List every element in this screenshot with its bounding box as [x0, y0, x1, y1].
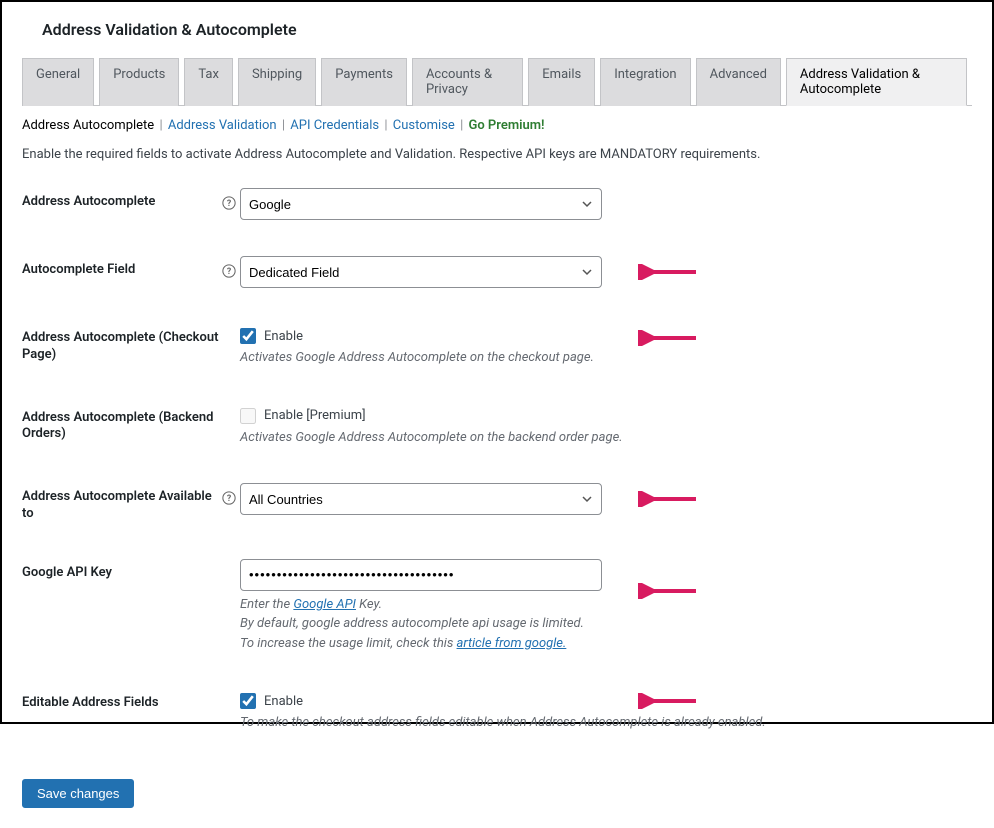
label-backend-orders: Address Autocomplete (Backend Orders)	[22, 404, 222, 444]
label-checkout-page: Address Autocomplete (Checkout Page)	[22, 324, 222, 364]
annotation-arrow-icon	[638, 693, 698, 709]
tab-accounts-privacy[interactable]: Accounts & Privacy	[412, 58, 523, 106]
subnav-premium[interactable]: Go Premium!	[468, 118, 544, 133]
label-autocomplete-provider: Address Autocomplete	[22, 188, 222, 211]
select-autocomplete-field[interactable]: Dedicated Field	[240, 256, 602, 288]
nav-tabs: General Products Tax Shipping Payments A…	[22, 57, 972, 106]
intro-text: Enable the required fields to activate A…	[22, 147, 972, 162]
input-api-key[interactable]	[240, 559, 602, 591]
annotation-arrow-icon	[638, 491, 698, 507]
tab-address-validation[interactable]: Address Validation & Autocomplete	[786, 58, 967, 106]
link-google-article[interactable]: article from google.	[457, 636, 567, 651]
subnav-validation[interactable]: Address Validation	[168, 118, 277, 133]
subnav-autocomplete[interactable]: Address Autocomplete	[22, 118, 154, 133]
tab-products[interactable]: Products	[99, 58, 179, 106]
help-icon[interactable]: ?	[222, 188, 240, 214]
desc-editable-fields: To make the checkout address fields edit…	[240, 713, 766, 733]
tab-advanced[interactable]: Advanced	[696, 58, 781, 106]
select-available-to[interactable]: All Countries	[240, 483, 602, 515]
annotation-arrow-icon	[638, 264, 698, 280]
svg-text:?: ?	[227, 494, 232, 504]
checkbox-label-editable: Enable	[264, 694, 303, 709]
save-button[interactable]: Save changes	[22, 779, 134, 808]
checkbox-backend-orders	[240, 408, 256, 424]
desc-api-key: Enter the Google API Key. By default, go…	[240, 595, 602, 654]
select-autocomplete-provider[interactable]: Google	[240, 188, 602, 220]
annotation-arrow-icon	[638, 583, 698, 599]
help-icon[interactable]: ?	[222, 256, 240, 282]
desc-checkout-page: Activates Google Address Autocomplete on…	[240, 348, 594, 368]
checkbox-label-checkout: Enable	[264, 329, 303, 344]
tab-emails[interactable]: Emails	[528, 58, 595, 106]
subnav-credentials[interactable]: API Credentials	[290, 118, 379, 133]
annotation-arrow-icon	[638, 330, 698, 346]
help-icon[interactable]: ?	[222, 483, 240, 509]
subnav: Address Autocomplete | Address Validatio…	[22, 118, 972, 133]
tab-integration[interactable]: Integration	[600, 58, 690, 106]
svg-text:?: ?	[227, 267, 232, 277]
svg-text:?: ?	[227, 199, 232, 209]
label-autocomplete-field: Autocomplete Field	[22, 256, 222, 279]
checkbox-label-backend: Enable [Premium]	[264, 408, 366, 423]
label-api-key: Google API Key	[22, 559, 222, 582]
subnav-customise[interactable]: Customise	[393, 118, 455, 133]
tab-tax[interactable]: Tax	[184, 58, 233, 106]
checkbox-editable-fields[interactable]	[240, 693, 256, 709]
tab-payments[interactable]: Payments	[321, 58, 407, 106]
tab-general[interactable]: General	[22, 58, 94, 106]
label-editable-fields: Editable Address Fields	[22, 689, 222, 712]
checkbox-checkout-page[interactable]	[240, 328, 256, 344]
desc-backend-orders: Activates Google Address Autocomplete on…	[240, 428, 623, 448]
label-available-to: Address Autocomplete Available to	[22, 483, 222, 523]
tab-shipping[interactable]: Shipping	[238, 58, 316, 106]
page-title: Address Validation & Autocomplete	[2, 2, 992, 57]
link-google-api[interactable]: Google API	[293, 597, 356, 612]
